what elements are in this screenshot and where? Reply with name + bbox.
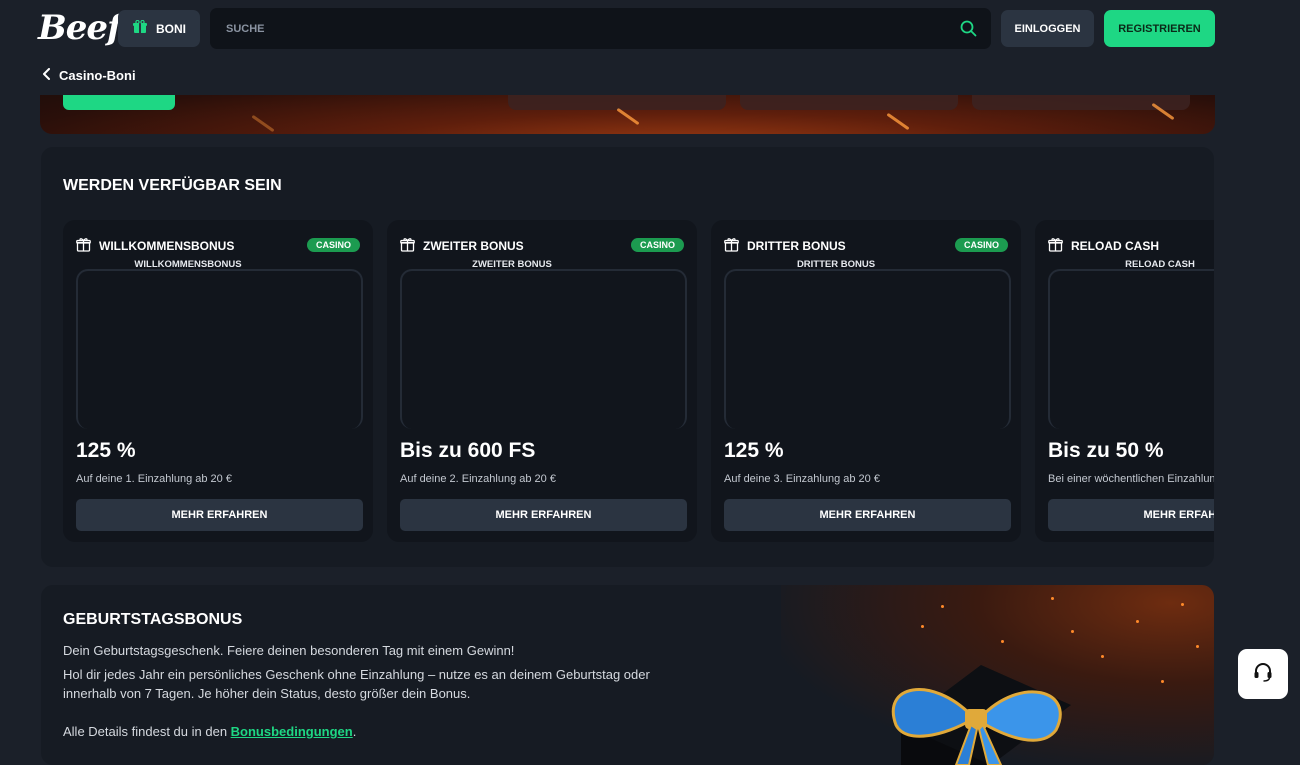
- headset-icon: [1252, 661, 1274, 688]
- decor-streak: [251, 114, 275, 133]
- gift-icon: [724, 237, 739, 255]
- card-amount: 125 %: [76, 439, 136, 462]
- search-input[interactable]: SUCHE: [210, 8, 991, 49]
- gift-icon: [1048, 237, 1063, 255]
- chevron-left-icon: [42, 68, 51, 83]
- card-title: DRITTER BONUS: [747, 239, 846, 253]
- bonus-card: WILLKOMMENSBONUS CASINO WILLKOMMENSBONUS…: [63, 220, 373, 542]
- decor-spark: [921, 625, 924, 628]
- details-suffix: .: [352, 724, 357, 739]
- learn-more-button[interactable]: MEHR ERFAHREN: [1048, 499, 1214, 531]
- card-header: ZWEITER BONUS: [400, 237, 524, 255]
- gift-icon: [133, 19, 147, 37]
- card-image: [400, 269, 687, 429]
- decor-spark: [941, 605, 944, 608]
- card-title: WILLKOMMENSBONUS: [99, 239, 235, 253]
- card-title: RELOAD CASH: [1071, 239, 1160, 253]
- card-description: Auf deine 2. Einzahlung ab 20 €: [400, 473, 556, 485]
- card-amount: Bis zu 600 FS: [400, 439, 536, 462]
- sub-header: Casino-Boni: [0, 58, 1300, 95]
- casino-badge: CASINO: [954, 238, 1008, 252]
- bonus-card: ZWEITER BONUS CASINO ZWEITER BONUS Bis z…: [387, 220, 697, 542]
- card-header: RELOAD CASH: [1048, 237, 1159, 255]
- search-placeholder: SUCHE: [226, 22, 265, 35]
- card-image: [1048, 269, 1214, 429]
- decor-spark: [1161, 680, 1164, 683]
- bonus-terms-link[interactable]: Bonusbedingungen: [231, 724, 353, 739]
- card-amount: Bis zu 50 %: [1048, 439, 1164, 462]
- card-image: [76, 269, 363, 429]
- birthday-bonus-section: GEBURTSTAGSBONUS Dein Geburtstagsgeschen…: [41, 585, 1214, 765]
- logo[interactable]: Beef: [38, 8, 122, 48]
- decor-spark: [1051, 597, 1054, 600]
- boni-button[interactable]: BONI: [118, 10, 200, 47]
- card-title: ZWEITER BONUS: [423, 239, 524, 253]
- casino-badge: CASINO: [306, 238, 360, 252]
- decor-spark: [1101, 655, 1104, 658]
- decor-spark: [1071, 630, 1074, 633]
- birthday-details: Alle Details findest du in den Bonusbedi…: [63, 722, 703, 741]
- learn-more-button[interactable]: MEHR ERFAHREN: [724, 499, 1011, 531]
- bonus-card: DRITTER BONUS CASINO DRITTER BONUS 125 %…: [711, 220, 1021, 542]
- birthday-tagline: Dein Geburtstagsgeschenk. Feiere deinen …: [63, 643, 515, 658]
- card-description: Auf deine 1. Einzahlung ab 20 €: [76, 473, 232, 485]
- decor-spark: [1136, 620, 1139, 623]
- back-link[interactable]: Casino-Boni: [42, 68, 136, 83]
- decor-streak: [616, 107, 640, 126]
- decor-spark: [1001, 640, 1004, 643]
- gift-icon: [400, 237, 415, 255]
- birthday-title: GEBURTSTAGSBONUS: [63, 611, 243, 628]
- gift-icon: [76, 237, 91, 255]
- register-button[interactable]: REGISTRIEREN: [1104, 10, 1215, 47]
- bonus-card: RELOAD CASH RELOAD CASH Bis zu 50 % Bei …: [1035, 220, 1214, 542]
- decor-spark: [1181, 603, 1184, 606]
- learn-more-button[interactable]: MEHR ERFAHREN: [76, 499, 363, 531]
- card-header: WILLKOMMENSBONUS: [76, 237, 234, 255]
- back-label: Casino-Boni: [59, 68, 136, 83]
- search-icon[interactable]: [960, 20, 977, 40]
- decor-spark: [1196, 645, 1199, 648]
- support-chat-button[interactable]: [1238, 649, 1288, 699]
- top-bar: Beef BONI SUCHE EINLOGGEN REGISTRIEREN: [0, 0, 1300, 58]
- card-header: DRITTER BONUS: [724, 237, 846, 255]
- birthday-description: Hol dir jedes Jahr ein persönliches Gesc…: [63, 667, 650, 701]
- card-amount: 125 %: [724, 439, 784, 462]
- card-description: Bei einer wöchentlichen Einzahlung: [1048, 473, 1214, 485]
- learn-more-button[interactable]: MEHR ERFAHREN: [400, 499, 687, 531]
- boni-label: BONI: [156, 21, 186, 36]
- card-image: [724, 269, 1011, 429]
- section-title: WERDEN VERFÜGBAR SEIN: [63, 177, 282, 194]
- casino-badge: CASINO: [630, 238, 684, 252]
- decor-streak: [886, 112, 910, 131]
- upcoming-bonuses-section: WERDEN VERFÜGBAR SEIN WILLKOMMENSBONUS C…: [41, 147, 1214, 567]
- card-description: Auf deine 3. Einzahlung ab 20 €: [724, 473, 880, 485]
- details-prefix: Alle Details findest du in den: [63, 724, 231, 739]
- login-button[interactable]: EINLOGGEN: [1001, 10, 1094, 47]
- gift-illustration: [861, 665, 1101, 765]
